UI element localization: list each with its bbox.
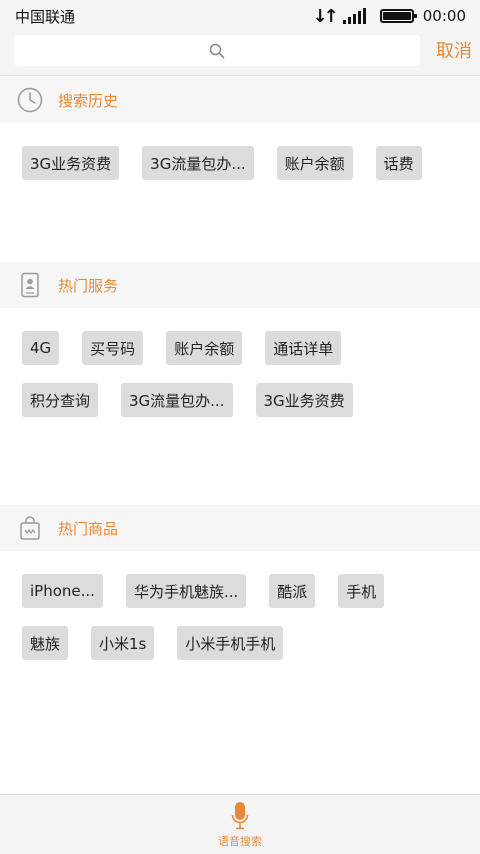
history-tag[interactable]: 3G业务资费 <box>22 146 120 180</box>
product-tag[interactable]: iPhone... <box>22 574 103 608</box>
hot-products-header: 热门商品 <box>0 505 480 551</box>
cancel-button[interactable]: 取消 <box>436 37 472 63</box>
search-page: 中国联通 ↓↑ 00:00 取消 搜索历史 3G业务资费 3G流量包办... 账… <box>0 0 480 854</box>
signal-strength-icon <box>342 8 368 24</box>
hot-services-title: 热门服务 <box>58 276 119 295</box>
product-tag[interactable]: 小米手机手机 <box>177 626 284 660</box>
service-tag[interactable]: 通话详单 <box>265 331 342 365</box>
voice-search-label: 语音搜索 <box>218 835 262 848</box>
status-bar: 中国联通 ↓↑ 00:00 <box>0 0 480 32</box>
search-box <box>14 35 420 66</box>
hot-services-header: 热门服务 <box>0 262 480 308</box>
contact-card-icon <box>17 272 43 298</box>
battery-icon <box>379 9 417 23</box>
microphone-icon <box>231 802 249 830</box>
product-tag[interactable]: 魅族 <box>22 626 69 660</box>
clock-icon <box>17 87 43 113</box>
hot-services-tags: 4G 买号码 账户余额 通话详单 积分查询 3G流量包办... 3G业务资费 <box>22 331 462 435</box>
product-tag[interactable]: 小米1s <box>91 626 155 660</box>
search-history-tags: 3G业务资费 3G流量包办... 账户余额 话费 <box>22 146 462 197</box>
search-header: 取消 <box>0 32 480 76</box>
service-tag[interactable]: 4G <box>22 331 60 365</box>
service-tag[interactable]: 3G业务资费 <box>255 383 353 417</box>
product-tag[interactable]: 华为手机魅族... <box>125 574 247 608</box>
search-history-header: 搜索历史 <box>0 77 480 123</box>
voice-search-button[interactable]: 语音搜索 <box>0 794 480 854</box>
product-tag[interactable]: 酷派 <box>269 574 316 608</box>
search-history-title: 搜索历史 <box>58 91 119 110</box>
status-indicators: ↓↑ 00:00 <box>313 6 466 27</box>
service-tag[interactable]: 积分查询 <box>22 383 99 417</box>
history-tag[interactable]: 话费 <box>375 146 422 180</box>
service-tag[interactable]: 账户余额 <box>166 331 243 365</box>
history-tag[interactable]: 3G流量包办... <box>142 146 254 180</box>
network-activity-icon: ↓↑ <box>312 5 339 27</box>
service-tag[interactable]: 3G流量包办... <box>121 383 233 417</box>
service-tag[interactable]: 买号码 <box>82 331 144 365</box>
hot-products-tags: iPhone... 华为手机魅族... 酷派 手机 魅族 小米1s 小米手机手机 <box>22 574 462 678</box>
hot-products-title: 热门商品 <box>58 519 119 538</box>
product-tag[interactable]: 手机 <box>338 574 385 608</box>
carrier-name: 中国联通 <box>15 7 76 26</box>
history-tag[interactable]: 账户余额 <box>276 146 353 180</box>
status-time: 00:00 <box>422 7 466 25</box>
search-icon <box>209 43 225 58</box>
shopping-bag-icon <box>17 515 43 541</box>
